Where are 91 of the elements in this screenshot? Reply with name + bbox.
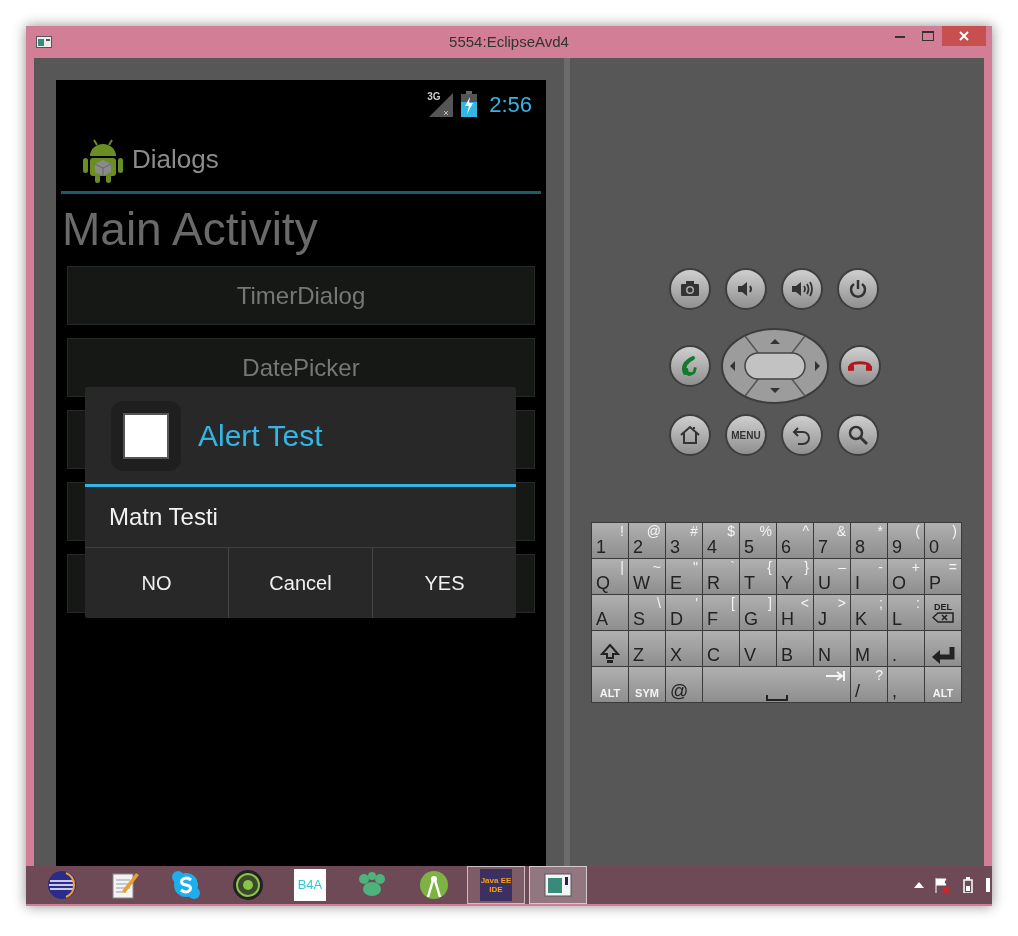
keyboard-key[interactable]: 1 ! xyxy=(592,523,628,558)
keyboard-key[interactable]: Q | xyxy=(592,559,628,594)
keyboard-key[interactable]: 9 ( xyxy=(888,523,924,558)
dialog-title: Alert Test xyxy=(198,418,323,454)
tab-arrow-icon xyxy=(826,671,846,681)
keyboard-key[interactable]: Y } xyxy=(777,559,813,594)
search-icon xyxy=(846,423,870,447)
close-icon xyxy=(959,31,969,41)
taskbar-button[interactable]: Java EE IDE xyxy=(467,866,525,904)
keyboard-key[interactable]: / ? xyxy=(851,667,887,702)
keyboard-key[interactable]: . xyxy=(888,631,924,666)
home-icon xyxy=(678,423,702,447)
keyboard-key[interactable]: 8 * xyxy=(851,523,887,558)
keyboard-key[interactable]: B xyxy=(777,631,813,666)
b4a-icon: B4A xyxy=(294,869,326,901)
keyboard-key[interactable]: K ; xyxy=(851,595,887,630)
search-button[interactable] xyxy=(837,414,879,456)
backspace-icon xyxy=(932,611,954,623)
java-ee-icon: Java EE IDE xyxy=(480,869,512,901)
keyboard-key[interactable]: Z xyxy=(629,631,665,666)
flag-icon[interactable] xyxy=(934,877,950,893)
keyboard-key[interactable]: T { xyxy=(740,559,776,594)
power-button[interactable] xyxy=(837,268,879,310)
close-button[interactable] xyxy=(942,26,986,46)
keyboard-key[interactable]: J > xyxy=(814,595,850,630)
keyboard-key[interactable]: 6 ^ xyxy=(777,523,813,558)
keyboard-key[interactable]: 5 % xyxy=(740,523,776,558)
window-title: 5554:EclipseAvd4 xyxy=(449,31,569,52)
keyboard-key[interactable]: A xyxy=(592,595,628,630)
keyboard-key[interactable]: 3 # xyxy=(666,523,702,558)
battery-icon[interactable] xyxy=(960,877,976,893)
keyboard-key[interactable]: 2 @ xyxy=(629,523,665,558)
app-button[interactable]: TimerDialog xyxy=(67,266,535,325)
keyboard-key[interactable]: I - xyxy=(851,559,887,594)
keyboard-key[interactable]: G ] xyxy=(740,595,776,630)
shift-icon xyxy=(600,643,620,665)
caret-up-icon[interactable] xyxy=(914,882,924,888)
keyboard-key[interactable]: D ' xyxy=(666,595,702,630)
network-signal-icon: 3G xyxy=(427,91,454,117)
enter-icon xyxy=(930,645,956,665)
keyboard-key[interactable]: E " xyxy=(666,559,702,594)
keyboard-key[interactable]: 7 & xyxy=(814,523,850,558)
dialog-message: Matn Testi xyxy=(85,487,516,548)
keyboard-key[interactable]: O + xyxy=(888,559,924,594)
home-button[interactable] xyxy=(669,414,711,456)
hang-up-icon xyxy=(848,361,872,371)
minimize-icon xyxy=(895,34,905,38)
dialog-button[interactable]: Cancel xyxy=(228,548,372,618)
app-title: Dialogs xyxy=(132,143,219,176)
keyboard-key[interactable]: M xyxy=(851,631,887,666)
keyboard-key[interactable]: U – xyxy=(814,559,850,594)
activity-heading: Main Activity xyxy=(61,202,319,256)
keyboard-key[interactable]: P = xyxy=(925,559,961,594)
keyboard-key[interactable] xyxy=(925,631,961,666)
status-time: 2:56 xyxy=(489,90,532,119)
maximize-icon xyxy=(922,31,934,41)
taskbar-button[interactable] xyxy=(529,866,587,904)
keyboard-key[interactable]: , xyxy=(888,667,924,702)
sphere-icon xyxy=(46,869,78,901)
back-button[interactable] xyxy=(781,414,823,456)
keyboard-key[interactable]: V xyxy=(740,631,776,666)
volume-down-button[interactable] xyxy=(725,268,767,310)
keyboard-key[interactable] xyxy=(592,631,628,666)
keyboard-key[interactable]: X xyxy=(666,631,702,666)
chat-bubble-icon xyxy=(170,869,202,901)
camera-lens-icon xyxy=(232,869,264,901)
keyboard-key[interactable]: 0 ) xyxy=(925,523,961,558)
call-button[interactable] xyxy=(669,345,711,387)
keyboard-key[interactable]: DEL xyxy=(925,595,961,630)
end-call-button[interactable] xyxy=(839,345,881,387)
keyboard-key[interactable]: F [ xyxy=(703,595,739,630)
dialog-button[interactable]: NO xyxy=(85,548,228,618)
keyboard-key[interactable]: @ xyxy=(666,667,702,702)
menu-button[interactable]: MENU xyxy=(725,414,767,456)
battery-icon xyxy=(461,91,478,117)
volume-up-button[interactable] xyxy=(781,268,823,310)
keyboard-key[interactable]: R ` xyxy=(703,559,739,594)
keyboard-key[interactable]: L : xyxy=(888,595,924,630)
compass-icon xyxy=(418,869,450,901)
keyboard-key[interactable]: S \ xyxy=(629,595,665,630)
window-app-icon xyxy=(36,36,52,48)
directional-pad[interactable] xyxy=(721,328,829,404)
keyboard-key[interactable]: C xyxy=(703,631,739,666)
dialog-icon xyxy=(111,400,181,471)
keyboard-key[interactable]: 4 $ xyxy=(703,523,739,558)
keyboard-key[interactable]: N xyxy=(814,631,850,666)
keyboard-key[interactable]: H < xyxy=(777,595,813,630)
keyboard-key[interactable]: W ~ xyxy=(629,559,665,594)
space-bar-icon xyxy=(765,695,788,701)
camera-button[interactable] xyxy=(669,268,711,310)
dialog-button[interactable]: YES xyxy=(372,548,516,618)
